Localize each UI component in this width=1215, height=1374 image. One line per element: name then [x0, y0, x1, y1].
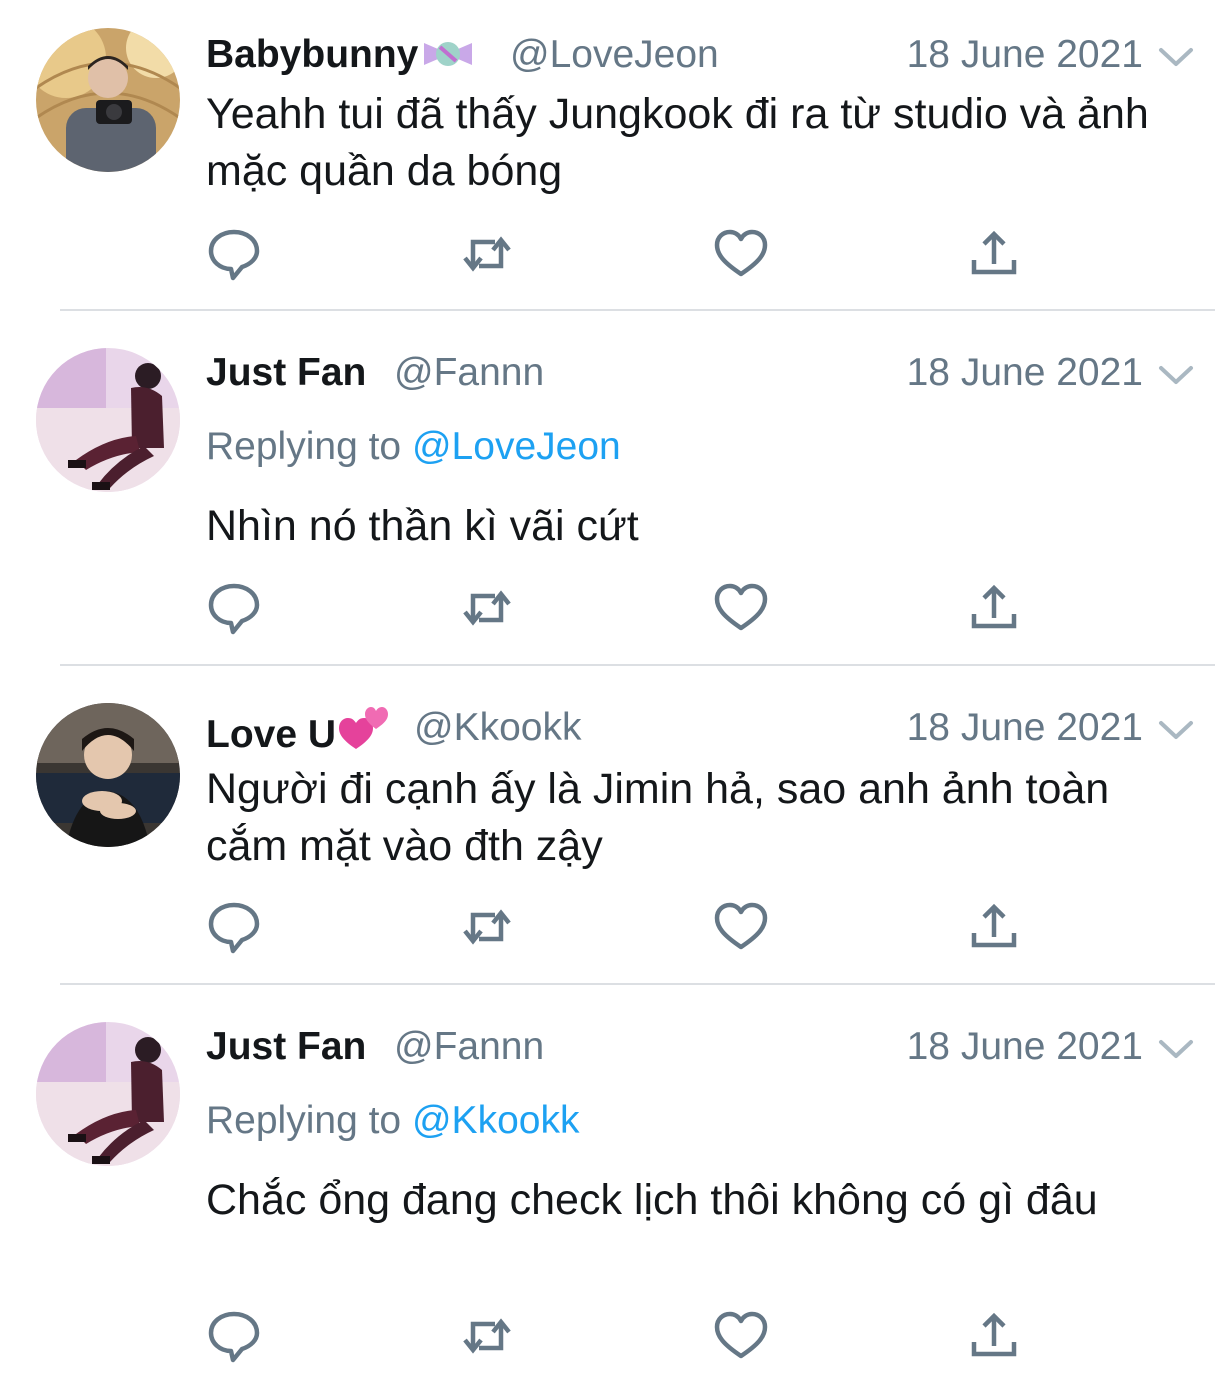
avatar[interactable] [36, 28, 180, 172]
retweet-icon [463, 1318, 511, 1354]
share-icon [971, 903, 1017, 948]
reply-icon [208, 229, 260, 281]
share-button[interactable] [966, 580, 1022, 636]
reply-mention-link[interactable]: @LoveJeon [412, 425, 621, 468]
retweet-button[interactable] [459, 899, 515, 955]
avatar[interactable] [36, 703, 180, 847]
user-handle[interactable]: @Kkookk [414, 703, 581, 753]
like-button[interactable] [713, 1308, 769, 1364]
display-name[interactable]: Just Fan [206, 1022, 366, 1072]
divider [60, 983, 1215, 985]
like-button[interactable] [713, 899, 769, 955]
replying-label: Replying to [206, 1099, 402, 1142]
like-button[interactable] [713, 580, 769, 636]
tweet-header: Just Fan @Fannn 18 June 2021 [206, 1022, 1215, 1072]
replying-to: Replying to @LoveJeon [206, 422, 621, 472]
user-handle[interactable]: @Fannn [394, 348, 544, 398]
chevron-down-icon[interactable] [1157, 42, 1195, 70]
tweet-text: Người đi cạnh ấy là Jimin hả, sao anh ản… [206, 765, 1110, 870]
avatar-photo [36, 348, 180, 492]
two-hearts-icon [338, 703, 392, 764]
heart-icon [714, 1311, 768, 1359]
tweet-actions [206, 899, 1036, 955]
display-name[interactable]: Babybunny [206, 30, 476, 84]
chevron-down-icon[interactable] [1157, 715, 1195, 743]
divider [60, 664, 1215, 666]
tweet-actions [206, 226, 1036, 282]
tweet-text: Chắc ổng đang check lịch thôi không có g… [206, 1176, 1098, 1224]
avatar[interactable] [36, 1022, 180, 1166]
tweet-text: Nhìn nó thần kì vãi cứt [206, 502, 639, 550]
tweet-date[interactable]: 18 June 2021 [907, 703, 1143, 753]
avatar-photo [36, 28, 180, 172]
tweet[interactable]: Just Fan @Fannn 18 June 2021 Replying to… [0, 986, 1215, 1374]
reply-icon [208, 583, 260, 635]
tweet-date[interactable]: 18 June 2021 [907, 1022, 1143, 1072]
tweet-header: Love U @Kkookk 18 June 2021 [206, 703, 1215, 756]
heart-icon [714, 902, 768, 950]
retweet-button[interactable] [459, 226, 515, 282]
tweet-date[interactable]: 18 June 2021 [907, 348, 1143, 398]
chevron-down-icon[interactable] [1157, 1034, 1195, 1062]
avatar-photo [36, 1022, 180, 1166]
retweet-button[interactable] [459, 1308, 515, 1364]
avatar[interactable] [36, 348, 180, 492]
heart-icon [714, 583, 768, 631]
replying-label: Replying to [206, 425, 402, 468]
retweet-icon [463, 236, 511, 272]
reply-button[interactable] [206, 226, 262, 282]
reply-mention-link[interactable]: @Kkookk [412, 1099, 579, 1142]
user-handle[interactable]: @Fannn [394, 1022, 544, 1072]
like-button[interactable] [713, 226, 769, 282]
reply-icon [208, 902, 260, 954]
retweet-icon [463, 909, 511, 945]
tweet[interactable]: Babybunny @LoveJeon 18 June 2021 Yeahh t… [0, 0, 1215, 310]
tweet-header: Babybunny @LoveJeon 18 June 2021 [206, 30, 1215, 80]
divider [60, 309, 1215, 311]
candy-icon [420, 34, 476, 84]
user-handle[interactable]: @LoveJeon [510, 30, 719, 80]
share-button[interactable] [966, 226, 1022, 282]
tweet[interactable]: Just Fan @Fannn 18 June 2021 Replying to… [0, 312, 1215, 664]
heart-icon [714, 229, 768, 277]
tweet[interactable]: Love U @Kkookk 18 June 2021 Người đi cạn… [0, 667, 1215, 983]
retweet-icon [463, 590, 511, 626]
reply-button[interactable] [206, 899, 262, 955]
display-name[interactable]: Love U [206, 703, 392, 764]
share-button[interactable] [966, 899, 1022, 955]
share-button[interactable] [966, 1308, 1022, 1364]
display-name[interactable]: Just Fan [206, 348, 366, 398]
reply-icon [208, 1311, 260, 1363]
share-icon [971, 230, 1017, 275]
chevron-down-icon[interactable] [1157, 360, 1195, 388]
tweet-actions [206, 580, 1036, 636]
share-icon [971, 584, 1017, 629]
replying-to: Replying to @Kkookk [206, 1096, 579, 1146]
tweet-actions [206, 1308, 1036, 1364]
tweet-text: Yeahh tui đã thấy Jungkook đi ra từ stud… [206, 90, 1149, 195]
tweet-date[interactable]: 18 June 2021 [907, 30, 1143, 80]
reply-button[interactable] [206, 1308, 262, 1364]
retweet-button[interactable] [459, 580, 515, 636]
avatar-photo [36, 703, 180, 847]
tweet-header: Just Fan @Fannn 18 June 2021 [206, 348, 1215, 398]
reply-button[interactable] [206, 580, 262, 636]
share-icon [971, 1312, 1017, 1357]
